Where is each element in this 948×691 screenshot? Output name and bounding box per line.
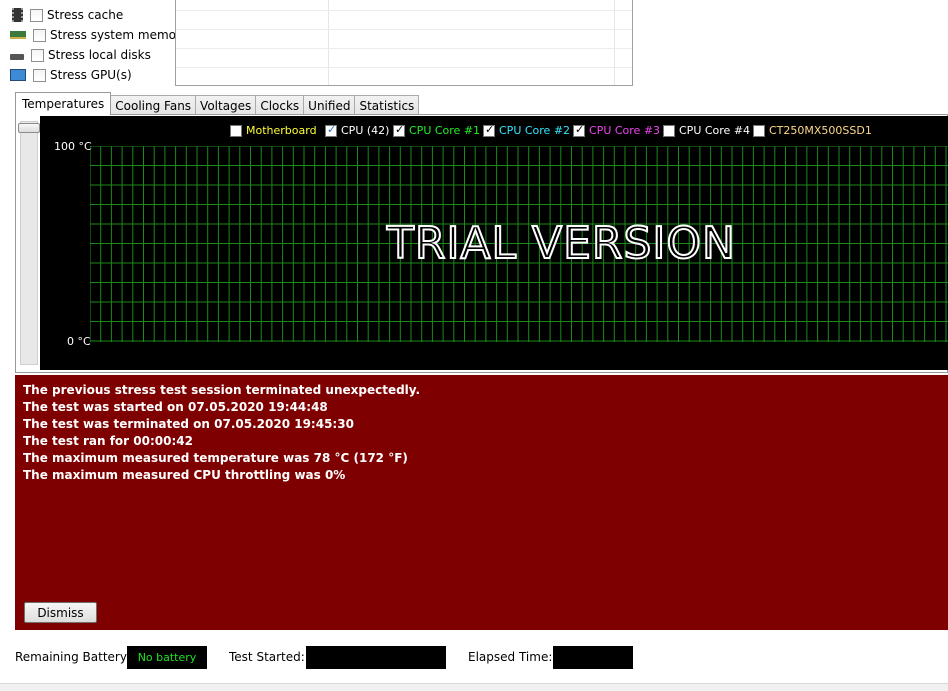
monitor-gpu-icon <box>10 69 26 81</box>
tab-unified[interactable]: Unified <box>303 95 356 115</box>
legend-cpu-core-1[interactable]: CPU Core #1 <box>393 123 481 137</box>
tab-statistics[interactable]: Statistics <box>354 95 420 115</box>
legend-cpu-core-4[interactable]: CPU Core #4 <box>663 124 750 137</box>
battery-label: Remaining Battery: <box>15 650 131 664</box>
zoom-slider-thumb[interactable] <box>18 123 40 133</box>
sensor-table[interactable] <box>175 0 633 86</box>
legend-motherboard-label: Motherboard <box>246 124 317 137</box>
tab-temperatures[interactable]: Temperatures <box>15 92 112 115</box>
test-started-value <box>306 646 446 669</box>
legend-cpu[interactable]: CPU (42) <box>325 123 390 137</box>
test-started-label: Test Started: <box>229 650 305 664</box>
stress-disks-label: Stress local disks <box>48 48 151 62</box>
tab-voltages[interactable]: Voltages <box>195 95 257 115</box>
legend-cpu-core-1-checkbox[interactable] <box>393 123 405 137</box>
elapsed-time-value <box>553 646 633 669</box>
legend-cpu-core-3-checkbox[interactable] <box>573 123 585 137</box>
legend-cpu-core-2[interactable]: CPU Core #2 <box>483 123 571 137</box>
stress-gpu-option[interactable]: Stress GPU(s) <box>10 65 132 85</box>
legend-ssd-label: CT250MX500SSD1 <box>769 124 872 137</box>
legend-cpu-core-3[interactable]: CPU Core #3 <box>573 123 661 137</box>
trial-watermark: TRIAL VERSION <box>386 217 736 270</box>
window-bottom-edge <box>0 683 948 691</box>
stress-memory-option[interactable]: Stress system memory <box>10 25 188 45</box>
tab-clocks[interactable]: Clocks <box>255 95 305 115</box>
legend-motherboard-checkbox[interactable] <box>230 124 242 137</box>
message-line: The test ran for 00:00:42 <box>23 434 193 448</box>
stress-memory-checkbox[interactable] <box>33 28 46 42</box>
dismiss-button[interactable]: Dismiss <box>24 602 97 623</box>
legend-cpu-core-3-label: CPU Core #3 <box>589 124 661 137</box>
legend-motherboard[interactable]: Motherboard <box>230 124 317 137</box>
stress-cache-checkbox[interactable] <box>30 8 43 22</box>
stress-gpu-label: Stress GPU(s) <box>50 68 132 82</box>
stress-cache-option[interactable]: Stress cache <box>10 5 123 25</box>
legend-ssd[interactable]: CT250MX500SSD1 <box>753 124 872 137</box>
stress-gpu-checkbox[interactable] <box>33 68 46 82</box>
legend-cpu-core-4-label: CPU Core #4 <box>679 124 751 137</box>
legend-cpu-core-2-checkbox[interactable] <box>483 123 495 137</box>
zoom-slider-track[interactable] <box>20 121 38 365</box>
battery-value: No battery <box>127 646 207 669</box>
legend-cpu-label: CPU (42) <box>341 124 390 137</box>
tab-cooling-fans[interactable]: Cooling Fans <box>110 95 197 115</box>
disk-drive-icon <box>10 54 24 60</box>
crash-message-box: The previous stress test session termina… <box>15 375 948 630</box>
y-axis-min-label: 0 °C <box>67 335 91 348</box>
message-line: The maximum measured temperature was 78 … <box>23 451 408 465</box>
message-line: The previous stress test session termina… <box>23 383 421 397</box>
cpu-cache-icon <box>12 8 23 22</box>
message-line: The maximum measured CPU throttling was … <box>23 468 346 482</box>
legend-cpu-core-2-label: CPU Core #2 <box>499 124 571 137</box>
legend-cpu-checkbox[interactable] <box>325 123 337 137</box>
stress-cache-label: Stress cache <box>47 8 124 22</box>
tab-bar: Temperatures Cooling Fans Voltages Clock… <box>15 92 420 115</box>
message-line: The test was started on 07.05.2020 19:44… <box>23 400 328 414</box>
stress-disks-option[interactable]: Stress local disks <box>10 45 151 65</box>
legend-ssd-checkbox[interactable] <box>753 124 765 137</box>
legend-cpu-core-4-checkbox[interactable] <box>663 124 675 137</box>
y-axis-max-label: 100 °C <box>54 140 92 153</box>
stress-disks-checkbox[interactable] <box>31 48 44 62</box>
message-line: The test was terminated on 07.05.2020 19… <box>23 417 354 431</box>
elapsed-time-label: Elapsed Time: <box>468 650 553 664</box>
memory-module-icon <box>10 31 26 39</box>
stress-memory-label: Stress system memory <box>50 28 189 42</box>
legend-cpu-core-1-label: CPU Core #1 <box>409 124 481 137</box>
